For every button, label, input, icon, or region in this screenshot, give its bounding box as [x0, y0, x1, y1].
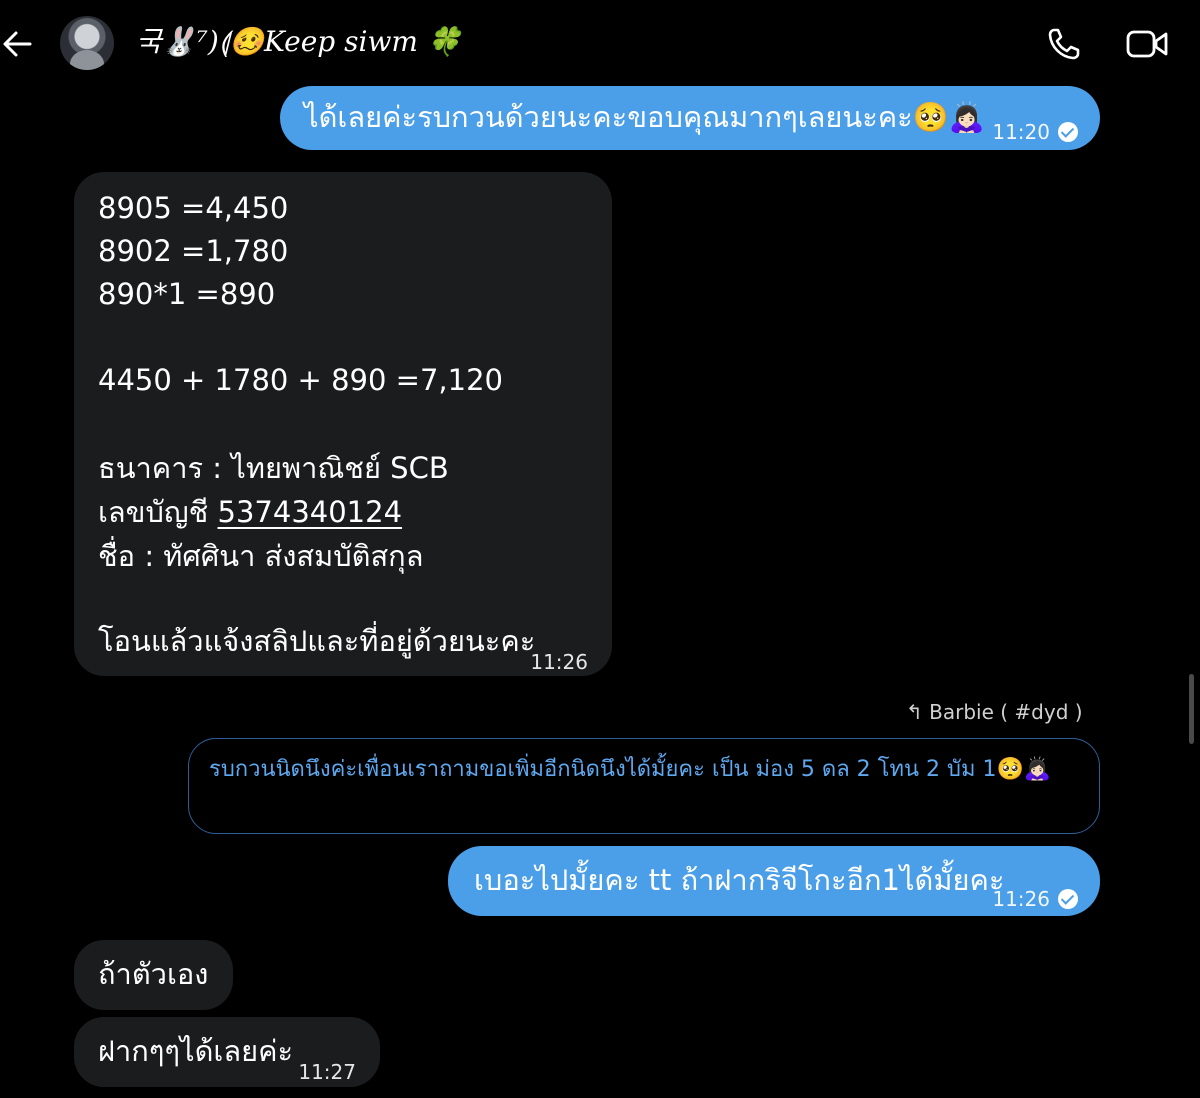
message-meta: 11:20 [992, 108, 1078, 154]
message-line: ธนาคาร : ไทยพาณิชย์ SCB [98, 451, 449, 485]
quoted-message[interactable]: รบกวนนิดนึงค่ะเพื่อนเราถามขอเพิ่มอีกนิดน… [188, 738, 1100, 834]
message-meta: 11:27 [298, 1048, 356, 1094]
contact-name[interactable]: 국🐰⁷)⟬🥴Keep siwm 🍀 [136, 22, 462, 62]
message-time: 11:26 [992, 887, 1050, 911]
video-camera-icon[interactable] [1126, 28, 1168, 60]
message-meta: 11:26 [992, 875, 1078, 921]
message-line: 8902 =1,780 [98, 234, 289, 268]
account-label: เลขบัญชี [98, 495, 218, 529]
message-line: โอนแล้วแจ้งสลิปและที่อยู่ด้วยนะคะ [98, 624, 536, 658]
message-time: 11:27 [298, 1060, 356, 1084]
message-text: ถ้าตัวเอง [98, 957, 209, 991]
message-bubble-incoming[interactable]: ฝากๆๆได้เลยค่ะ 11:27 [74, 1017, 380, 1087]
message-bubble-outgoing[interactable]: ได้เลยค่ะรบกวนด้วยนะคะขอบคุณมากๆเลยนะคะ🥺… [280, 86, 1100, 150]
reply-to-label: ↰ Barbie ( #dyd ) [906, 700, 1083, 724]
avatar[interactable] [60, 16, 114, 70]
message-line: 4450 + 1780 + 890 =7,120 [98, 363, 503, 397]
message-line: 8905 =4,450 [98, 191, 289, 225]
scrollbar[interactable] [1189, 674, 1194, 744]
message-text: ได้เลยค่ะรบกวนด้วยนะคะขอบคุณมากๆเลยนะคะ🥺… [304, 100, 985, 134]
message-bubble-incoming[interactable]: 8905 =4,450 8902 =1,780 890*1 =890 4450 … [74, 172, 612, 676]
read-check-icon [1058, 889, 1078, 909]
quoted-text: รบกวนนิดนึงค่ะเพื่อนเราถามขอเพิ่มอีกนิดน… [209, 757, 1052, 782]
message-meta: 11:26 [530, 638, 588, 684]
message-line: 890*1 =890 [98, 277, 276, 311]
chat-header: 국🐰⁷)⟬🥴Keep siwm 🍀 [0, 0, 1200, 86]
arrow-left-icon[interactable] [0, 26, 36, 62]
message-time: 11:26 [530, 650, 588, 674]
message-text: เบอะไปมั้ยคะ tt ถ้าฝากริจีโกะอีก1ได้มั้ย… [474, 863, 1005, 897]
reply-arrow-icon: ↰ [906, 700, 923, 724]
reply-to-name: Barbie ( #dyd ) [929, 700, 1083, 724]
account-line: เลขบัญชี 5374340124 [98, 491, 402, 534]
message-text: ฝากๆๆได้เลยค่ะ [98, 1034, 294, 1068]
account-number-link[interactable]: 5374340124 [218, 495, 403, 529]
message-bubble-outgoing[interactable]: เบอะไปมั้ยคะ tt ถ้าฝากริจีโกะอีก1ได้มั้ย… [448, 846, 1100, 916]
phone-icon[interactable] [1046, 26, 1082, 62]
message-line: ชื่อ : ทัศศินา ส่งสมบัติสกุล [98, 539, 424, 573]
read-check-icon [1058, 122, 1078, 142]
message-time: 11:20 [992, 120, 1050, 144]
message-bubble-incoming[interactable]: ถ้าตัวเอง [74, 940, 233, 1010]
